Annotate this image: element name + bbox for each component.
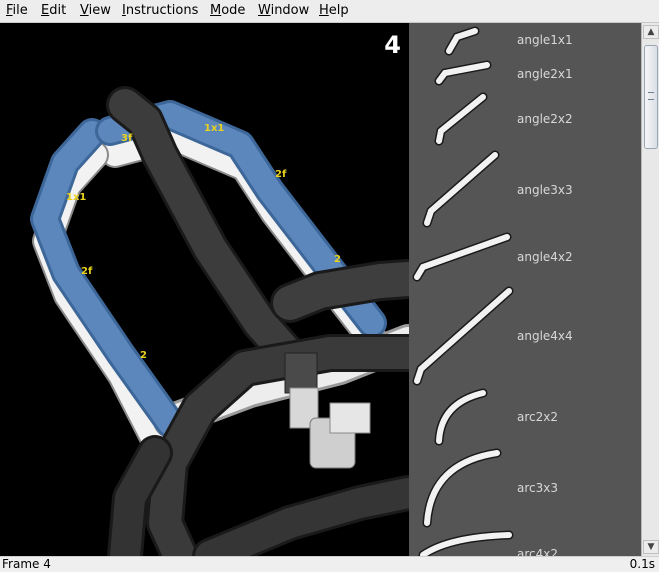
part-label: 2: [140, 350, 147, 361]
menu-view[interactable]: View: [80, 3, 111, 19]
part-label: 3f: [121, 133, 133, 144]
palette-item-angle2x1[interactable]: angle2x1: [517, 67, 573, 81]
angle2x1-thumbnail[interactable]: [434, 60, 492, 86]
angle4x4-thumbnail[interactable]: [412, 286, 514, 386]
triangle-up-icon: ▲: [647, 27, 655, 37]
menu-bar: File Edit View Instructions Mode Window …: [0, 0, 659, 23]
part-label: 2f: [275, 169, 287, 180]
menu-edit[interactable]: Edit: [41, 3, 66, 19]
3d-viewport[interactable]: 1x1 3f 1x1 2f 2f 2 2 4: [0, 23, 409, 556]
palette-item-angle4x4[interactable]: angle4x4: [517, 329, 573, 343]
palette-thumbnails: [412, 26, 514, 556]
palette-item-arc2x2[interactable]: arc2x2: [517, 410, 558, 424]
palette-item-angle2x2[interactable]: angle2x2: [517, 112, 573, 126]
scroll-down-button[interactable]: ▼: [643, 540, 659, 554]
arc3x3-thumbnail[interactable]: [422, 448, 502, 528]
angle1x1-thumbnail[interactable]: [444, 26, 480, 56]
status-bar: Frame 4 0.1s: [0, 556, 659, 572]
scroll-up-button[interactable]: ▲: [643, 25, 659, 39]
palette-item-angle1x1[interactable]: angle1x1: [517, 33, 573, 47]
part-label: 1x1: [204, 123, 224, 134]
angle4x2-thumbnail[interactable]: [412, 232, 512, 282]
part-label: 1x1: [66, 192, 86, 203]
menu-window[interactable]: Window: [258, 3, 309, 19]
arc4x2-thumbnail[interactable]: [418, 530, 514, 556]
part-label: 2: [334, 254, 341, 265]
status-frame-label: Frame 4: [2, 557, 51, 571]
menu-help[interactable]: Help: [319, 3, 349, 19]
angle2x2-thumbnail[interactable]: [434, 92, 488, 146]
menu-mode[interactable]: Mode: [210, 3, 245, 19]
part-label: 2f: [81, 266, 93, 277]
frame-number: 4: [384, 31, 401, 59]
palette-item-arc3x3[interactable]: arc3x3: [517, 481, 558, 495]
model-render: 1x1 3f 1x1 2f 2f 2 2: [30, 86, 409, 556]
scroll-thumb[interactable]: [644, 45, 658, 149]
status-time: 0.1s: [629, 557, 655, 571]
palette-scrollbar[interactable]: ▲ ▼: [641, 23, 659, 556]
angle3x3-thumbnail[interactable]: [422, 150, 500, 228]
palette-item-angle3x3[interactable]: angle3x3: [517, 183, 573, 197]
arc2x2-thumbnail[interactable]: [434, 388, 488, 446]
grip-lines-icon: [648, 92, 654, 100]
menu-instructions[interactable]: Instructions: [122, 3, 198, 19]
palette-item-arc4x2[interactable]: arc4x2: [517, 547, 558, 556]
menu-file[interactable]: File: [6, 3, 28, 19]
part-palette: angle1x1 angle2x1 angle2x2 angle3x3 angl…: [409, 23, 641, 556]
triangle-down-icon: ▼: [647, 542, 655, 552]
palette-item-angle4x2[interactable]: angle4x2: [517, 250, 573, 264]
